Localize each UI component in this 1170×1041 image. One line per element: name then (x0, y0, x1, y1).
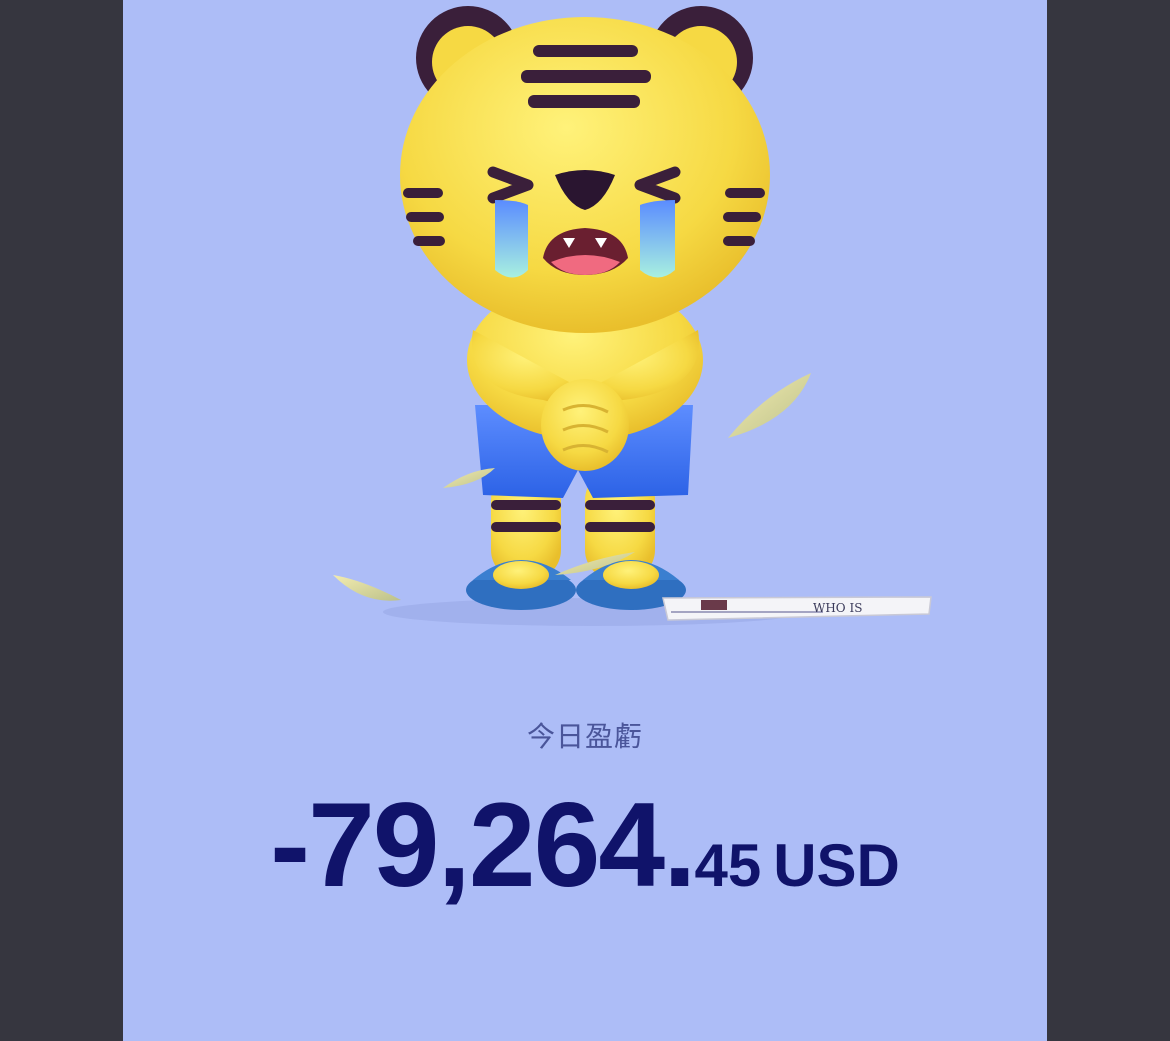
pnl-card: WHO IS 今日盈虧 -79,264.45 USD (123, 0, 1047, 1041)
pnl-currency: USD (773, 832, 900, 899)
crying-tiger-illustration: WHO IS (333, 6, 932, 626)
daily-pnl-amount: -79,264.45 USD (123, 776, 1047, 914)
pnl-decimal-part: 45 (694, 832, 762, 899)
svg-text:WHO IS: WHO IS (813, 601, 862, 615)
screen: WHO IS 今日盈虧 -79,264.45 USD (0, 0, 1170, 1041)
pnl-integer-part: -79,264. (270, 778, 696, 912)
daily-pnl-label: 今日盈虧 (526, 720, 643, 753)
